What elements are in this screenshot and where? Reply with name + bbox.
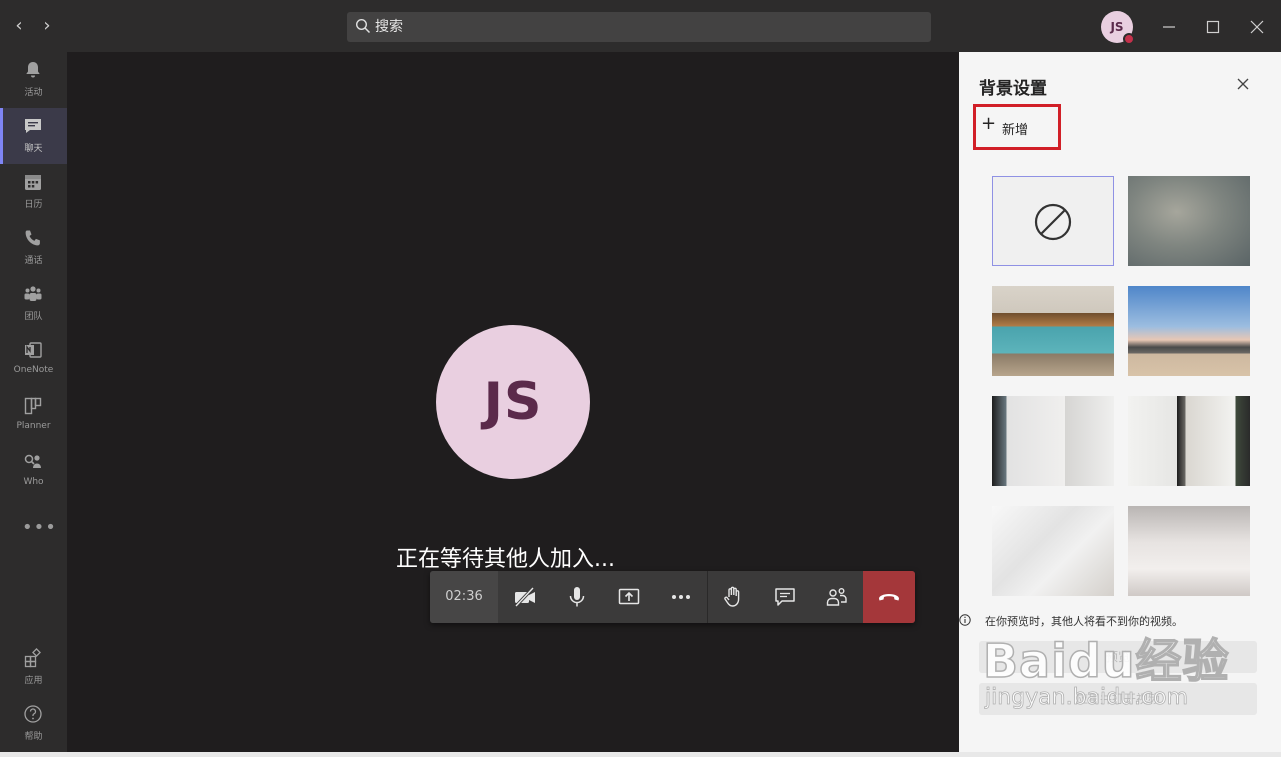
raise-hand-button[interactable] bbox=[707, 571, 759, 623]
rail-label: 通话 bbox=[24, 256, 43, 266]
rail-item-who[interactable]: Who bbox=[0, 444, 67, 500]
add-background-button[interactable]: + 新增 bbox=[973, 104, 1061, 150]
waiting-message: 正在等待其他人加入... bbox=[396, 547, 615, 572]
add-label: 新增 bbox=[1002, 123, 1029, 138]
chat-bubble-icon bbox=[775, 588, 795, 606]
baidu-watermark: Baidu经验 jingyan.baidu.com bbox=[982, 625, 1253, 725]
search-box[interactable] bbox=[347, 12, 931, 42]
more-dots-icon bbox=[672, 595, 690, 599]
rail-label: 帮助 bbox=[24, 732, 43, 742]
background-office-option[interactable] bbox=[992, 286, 1114, 376]
window-close-icon[interactable] bbox=[1242, 12, 1272, 42]
help-icon bbox=[24, 705, 42, 723]
panel-title: 背景设置 bbox=[979, 79, 1047, 99]
rail-item-chat[interactable]: 聊天 bbox=[0, 108, 67, 164]
rail-label: 日历 bbox=[24, 200, 43, 210]
bell-icon bbox=[26, 62, 40, 78]
share-screen-button[interactable] bbox=[603, 571, 655, 623]
meeting-chat-button[interactable] bbox=[759, 571, 811, 623]
rail-item-apps[interactable]: 应用 bbox=[0, 640, 67, 696]
status-busy-icon bbox=[1123, 33, 1135, 45]
teams-window: ‹ › JS 活动 bbox=[0, 0, 1281, 757]
profile-initials: JS bbox=[1110, 20, 1124, 34]
camera-off-icon bbox=[514, 586, 535, 608]
rail-item-onenote[interactable]: OneNote bbox=[0, 332, 67, 388]
phone-icon bbox=[25, 230, 40, 246]
rail-label: Who bbox=[23, 477, 44, 487]
search-input[interactable] bbox=[375, 12, 915, 42]
participant-avatar: JS bbox=[436, 325, 590, 479]
rail-item-planner[interactable]: Planner bbox=[0, 388, 67, 444]
background-room-mirror-option[interactable] bbox=[1128, 396, 1250, 486]
background-white-room-option[interactable] bbox=[992, 506, 1114, 596]
rail-label: 应用 bbox=[24, 676, 43, 686]
call-controls-bar: 02:36 bbox=[430, 571, 915, 623]
more-actions-button[interactable] bbox=[655, 571, 707, 623]
who-icon bbox=[24, 454, 41, 468]
search-icon bbox=[355, 18, 371, 34]
rail-item-teams[interactable]: 团队 bbox=[0, 276, 67, 332]
rail-label: 团队 bbox=[24, 312, 43, 322]
apps-icon bbox=[24, 648, 41, 668]
rail-label: OneNote bbox=[13, 365, 54, 375]
planner-icon bbox=[24, 397, 42, 415]
back-arrow-icon[interactable]: ‹ bbox=[8, 14, 30, 38]
background-none-option[interactable] bbox=[992, 176, 1114, 266]
camera-toggle-button[interactable] bbox=[499, 571, 551, 623]
participants-icon bbox=[826, 588, 847, 606]
mic-toggle-button[interactable] bbox=[551, 571, 603, 623]
more-apps-icon[interactable]: ••• bbox=[22, 517, 57, 538]
teams-icon bbox=[24, 286, 42, 301]
share-screen-icon bbox=[618, 588, 640, 605]
no-background-icon bbox=[1034, 203, 1072, 241]
onenote-icon bbox=[25, 342, 42, 358]
right-edge-strip bbox=[1276, 52, 1281, 752]
chat-icon bbox=[25, 119, 41, 133]
microphone-icon bbox=[569, 587, 585, 607]
rail-label: 聊天 bbox=[24, 144, 43, 154]
plus-icon: + bbox=[981, 113, 997, 134]
minimize-icon[interactable] bbox=[1154, 12, 1184, 42]
call-timer: 02:36 bbox=[430, 571, 498, 623]
rail-label: 活动 bbox=[24, 88, 43, 98]
bottom-edge-strip bbox=[0, 752, 1281, 757]
rail-label: Planner bbox=[16, 421, 51, 431]
app-rail: 活动 聊天 日历 通话 团队 OneNote Planner Who ••• 应… bbox=[0, 52, 67, 752]
forward-arrow-icon[interactable]: › bbox=[36, 14, 58, 38]
background-beach-option[interactable] bbox=[1128, 286, 1250, 376]
watermark-logo-text: Baidu经验 bbox=[982, 633, 1230, 689]
title-bar: ‹ › JS bbox=[0, 0, 1281, 52]
raise-hand-icon bbox=[724, 586, 740, 607]
hang-up-button[interactable] bbox=[863, 571, 915, 623]
participants-button[interactable] bbox=[811, 571, 863, 623]
background-studio-option[interactable] bbox=[1128, 506, 1250, 596]
rail-item-calls[interactable]: 通话 bbox=[0, 220, 67, 276]
calendar-icon bbox=[25, 175, 41, 190]
info-icon bbox=[959, 614, 971, 626]
hang-up-icon bbox=[879, 594, 899, 601]
background-room-option[interactable] bbox=[992, 396, 1114, 486]
close-icon[interactable] bbox=[1233, 74, 1253, 94]
rail-item-activity[interactable]: 活动 bbox=[0, 52, 67, 108]
meeting-stage: JS 正在等待其他人加入... 02:36 bbox=[67, 52, 959, 752]
rail-item-calendar[interactable]: 日历 bbox=[0, 164, 67, 220]
maximize-icon[interactable] bbox=[1198, 12, 1228, 42]
background-blur-option[interactable] bbox=[1128, 176, 1250, 266]
profile-avatar[interactable]: JS bbox=[1101, 11, 1135, 45]
watermark-url-text: jingyan.baidu.com bbox=[985, 685, 1189, 711]
rail-item-help[interactable]: 帮助 bbox=[0, 696, 67, 752]
